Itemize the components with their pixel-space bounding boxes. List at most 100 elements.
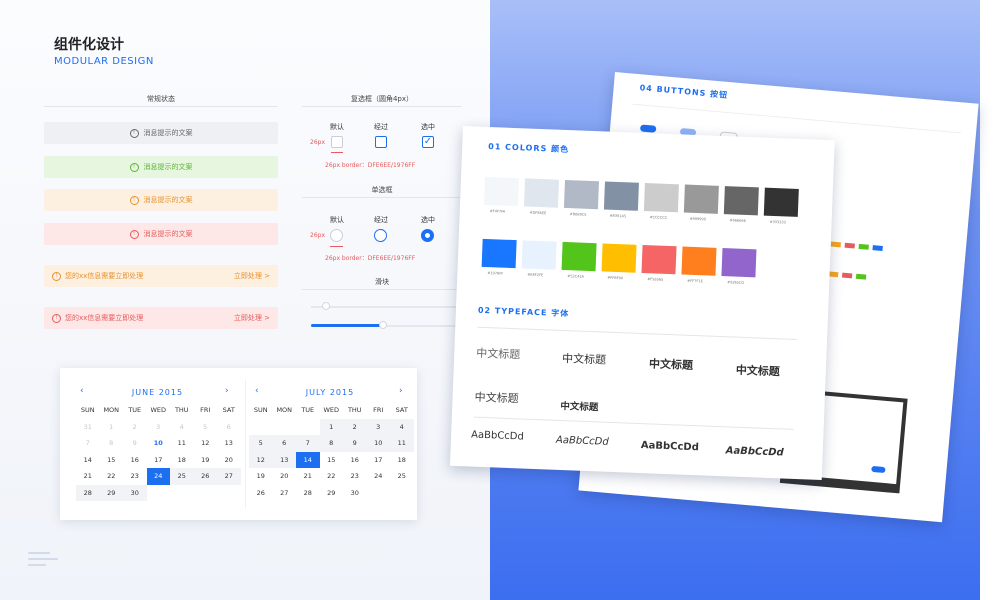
- weekday-header: MON: [276, 406, 293, 414]
- calendar-day[interactable]: 4: [390, 418, 414, 435]
- typeface-card-title: 02 TYPEFACE 字体: [477, 305, 570, 319]
- calendar-day[interactable]: 17: [147, 452, 171, 469]
- calendar-right-grid: SUN MON TUE WED THU FRI SAT 1 2 3 4 5 6 7 8 9 10 11 12 13 14…: [249, 402, 414, 501]
- calendar-day[interactable]: 3: [366, 418, 390, 435]
- calendar-day[interactable]: 18: [170, 452, 194, 469]
- calendar-day[interactable]: 21: [296, 468, 320, 485]
- color-swatch-label: #9265CD: [727, 280, 745, 285]
- calendar-day[interactable]: 4: [170, 419, 194, 436]
- calendar-day[interactable]: 22: [320, 468, 344, 485]
- color-swatch-label: #8391A5: [609, 213, 627, 219]
- color-swatch-label: #666666: [729, 218, 746, 223]
- calendar-day[interactable]: 14: [76, 452, 100, 469]
- calendar-day[interactable]: 9: [343, 435, 367, 452]
- calendar-day[interactable]: 1: [319, 418, 343, 435]
- calendar-day[interactable]: 9: [123, 435, 147, 452]
- calendar-day[interactable]: 23: [123, 468, 147, 485]
- slider-fill: [311, 324, 384, 327]
- calendar-day[interactable]: 17: [367, 452, 391, 469]
- calendar-day[interactable]: 26: [193, 468, 217, 485]
- calendar-day[interactable]: 13: [272, 451, 296, 468]
- color-swatch: [603, 181, 639, 211]
- calendar-day[interactable]: 8: [100, 435, 124, 452]
- divider: [302, 289, 462, 290]
- calendar-day[interactable]: 25: [390, 468, 414, 485]
- calendar-day[interactable]: 16: [343, 452, 367, 469]
- calendar-empty-cell: [273, 419, 297, 436]
- calendar-day[interactable]: 20: [273, 468, 297, 485]
- calendar-day[interactable]: 24: [367, 468, 391, 485]
- weekday-header: WED: [323, 406, 340, 414]
- calendar-day[interactable]: 14: [296, 451, 320, 468]
- calendar-day[interactable]: 19: [249, 468, 273, 485]
- calendar-empty-cell: [390, 485, 414, 502]
- calendar-day[interactable]: 25: [170, 468, 194, 485]
- notice-action-link[interactable]: 立即处理 >: [234, 271, 270, 281]
- calendar-day[interactable]: 2: [123, 419, 147, 436]
- calendar-day[interactable]: 28: [76, 484, 100, 501]
- color-swatch: [723, 186, 759, 216]
- calendar-day[interactable]: 24: [146, 468, 170, 485]
- radio-hover[interactable]: [374, 229, 387, 242]
- color-swatch-label: #E8F2FE: [527, 272, 544, 278]
- info-icon: !: [52, 313, 61, 323]
- calendar-day[interactable]: 12: [249, 451, 273, 468]
- calendar-day[interactable]: 23: [343, 468, 367, 485]
- color-swatch: [561, 241, 597, 272]
- slider-handle[interactable]: [379, 321, 387, 329]
- calendar-day[interactable]: 18: [390, 452, 414, 469]
- calendar-day[interactable]: 6: [217, 419, 241, 436]
- next-month-icon[interactable]: ›: [225, 386, 229, 396]
- calendar-day[interactable]: 19: [194, 452, 218, 469]
- divider: [473, 416, 794, 430]
- checkbox-default[interactable]: [331, 136, 343, 148]
- calendar-day[interactable]: 1: [100, 419, 124, 436]
- checkbox-hover[interactable]: [375, 136, 387, 148]
- calendar-day[interactable]: 6: [272, 435, 296, 452]
- calendar-day[interactable]: 28: [296, 485, 320, 502]
- calendar-day[interactable]: 29: [320, 485, 344, 502]
- color-swatch: [523, 178, 560, 208]
- calendar-day[interactable]: 27: [217, 468, 241, 485]
- calendar-day[interactable]: 27: [273, 485, 297, 502]
- slider-handle[interactable]: [322, 302, 330, 310]
- calendar-day[interactable]: 10: [147, 435, 171, 452]
- alert-text: 消息提示的文案: [143, 129, 193, 137]
- color-swatch-label: #CCCCCC: [649, 215, 668, 220]
- radio-checked[interactable]: [421, 229, 434, 242]
- buttons-card-title: 04 BUTTONS 按钮: [639, 83, 729, 100]
- calendar-day[interactable]: 21: [76, 468, 100, 485]
- calendar-day[interactable]: 12: [194, 435, 218, 452]
- calendar-day[interactable]: 7: [296, 435, 320, 452]
- calendar-day[interactable]: 15: [320, 452, 344, 469]
- calendar-day[interactable]: 31: [76, 419, 100, 436]
- weekday-header: WED: [150, 406, 167, 414]
- calendar-day[interactable]: 30: [343, 485, 367, 502]
- calendar-day[interactable]: 26: [249, 485, 273, 502]
- calendar-day[interactable]: 11: [170, 435, 194, 452]
- calendar-day[interactable]: 29: [99, 484, 123, 501]
- calendar-day[interactable]: 7: [76, 435, 100, 452]
- calendar-day[interactable]: 20: [217, 452, 241, 469]
- calendar-day[interactable]: 22: [100, 468, 124, 485]
- calendar-day[interactable]: 2: [343, 418, 367, 435]
- calendar-day[interactable]: 10: [366, 435, 390, 452]
- calendar-day[interactable]: 15: [100, 452, 124, 469]
- weekday-header: TUE: [128, 406, 142, 414]
- calendar-day[interactable]: 16: [123, 452, 147, 469]
- checkbox-checked[interactable]: ✓: [422, 136, 434, 148]
- calendar-day[interactable]: 3: [147, 419, 171, 436]
- radio-default[interactable]: [330, 229, 343, 242]
- notice-action-link[interactable]: 立即处理 >: [234, 313, 270, 323]
- calendar-day[interactable]: 30: [123, 484, 147, 501]
- calendar-day[interactable]: 8: [319, 435, 343, 452]
- calendar-day[interactable]: 5: [194, 419, 218, 436]
- next-month-icon[interactable]: ›: [399, 386, 403, 396]
- calendar-day[interactable]: 11: [390, 435, 414, 452]
- calendar-day[interactable]: 5: [249, 435, 273, 452]
- notice-red: ! 您的xx信息需要立即处理 立即处理 >: [44, 307, 278, 329]
- calendar-day[interactable]: 13: [217, 435, 241, 452]
- calendar-empty-cell: [170, 485, 194, 502]
- weekday-header: SAT: [395, 406, 408, 414]
- divider: [302, 197, 462, 198]
